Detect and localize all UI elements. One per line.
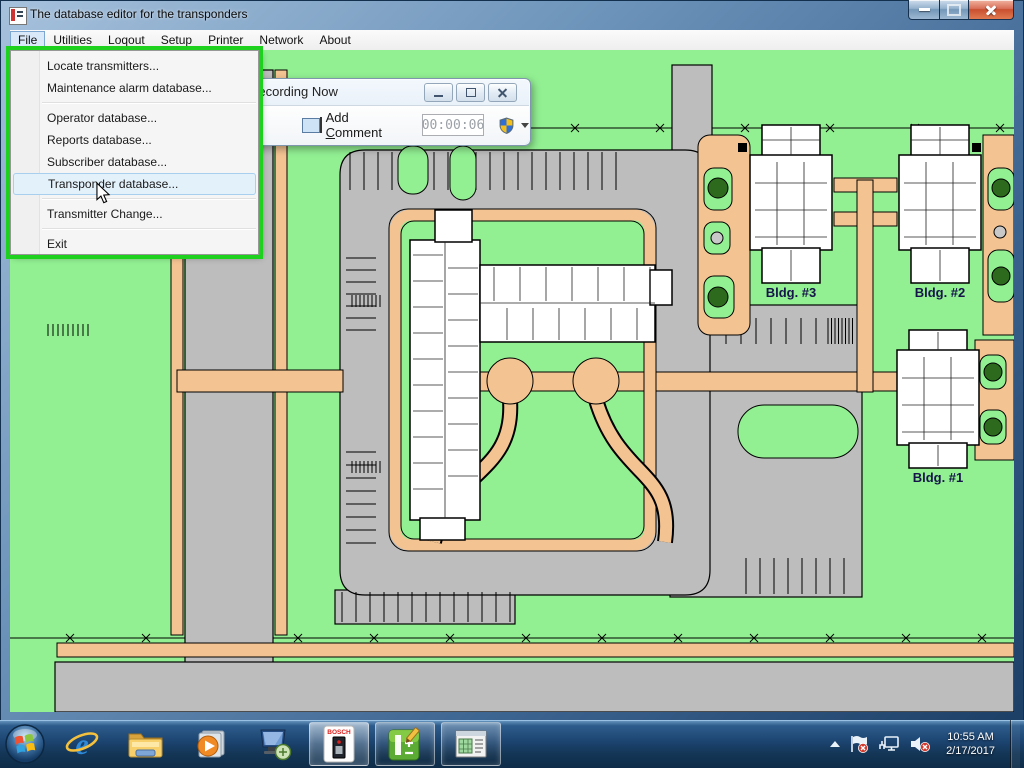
- remote-computer-icon: [255, 727, 293, 761]
- start-button[interactable]: [0, 720, 50, 768]
- action-center-button[interactable]: [849, 735, 869, 753]
- comment-icon: [302, 118, 319, 133]
- menu-item-operator-database[interactable]: Operator database...: [13, 107, 256, 129]
- recording-timer: 00:00:06: [422, 114, 484, 136]
- menu-item-exit[interactable]: Exit: [13, 233, 256, 255]
- caption-buttons: [908, 0, 1014, 20]
- menu-item-locate-transmitters[interactable]: Locate transmitters...: [13, 55, 256, 77]
- menu-item-transponder-database[interactable]: Transponder database...: [13, 173, 256, 195]
- taskbar-media-player-button[interactable]: [181, 723, 239, 765]
- show-desktop-button[interactable]: [1010, 720, 1020, 768]
- volume-button[interactable]: [909, 735, 931, 753]
- help-dropdown[interactable]: [498, 117, 529, 134]
- file-menu-popup: Locate transmitters... Maintenance alarm…: [10, 50, 259, 255]
- database-editor-icon: [453, 728, 489, 760]
- minimize-icon: [434, 95, 443, 97]
- media-player-icon: [192, 727, 228, 761]
- speaker-muted-icon: [909, 735, 931, 753]
- building-1-label: Bldg. #1: [913, 470, 964, 485]
- mouse-cursor: [95, 182, 111, 204]
- steps-recorder-icon: [387, 726, 423, 762]
- window-title: The database editor for the transponders: [30, 7, 247, 21]
- close-button[interactable]: [968, 0, 1014, 20]
- menu-item-subscriber-database[interactable]: Subscriber database...: [13, 151, 256, 173]
- menu-separator: [42, 102, 256, 104]
- show-hidden-icons-button[interactable]: [830, 741, 840, 747]
- recorder-close-button[interactable]: [488, 83, 517, 102]
- close-icon: [497, 87, 508, 98]
- taskbar: e: [0, 720, 1024, 768]
- recorder-title: Recording Now: [249, 84, 338, 99]
- folder-icon: [127, 728, 165, 760]
- menu-item-transmitter-change[interactable]: Transmitter Change...: [13, 203, 256, 225]
- screen: The database editor for the transponders…: [0, 0, 1024, 768]
- app-icon: [9, 7, 27, 25]
- taskbar-database-editor-button[interactable]: [441, 722, 501, 766]
- taskbar-clock[interactable]: 10:55 AM 2/17/2017: [946, 730, 995, 758]
- menu-bar: File Utilities Loqout Setup Printer Netw…: [10, 30, 1014, 51]
- menu-printer[interactable]: Printer: [200, 31, 251, 50]
- menu-utilities[interactable]: Utilities: [45, 31, 100, 50]
- chevron-down-icon: [521, 123, 529, 128]
- minimize-button[interactable]: [908, 0, 940, 20]
- menu-file[interactable]: File: [10, 31, 45, 50]
- maximize-button[interactable]: [940, 0, 968, 20]
- maximize-icon: [947, 4, 961, 16]
- system-tray: 10:55 AM 2/17/2017: [830, 720, 1024, 768]
- minimize-icon: [919, 8, 930, 11]
- close-icon: [984, 3, 998, 17]
- menu-separator: [42, 198, 256, 200]
- bosch-app-icon: BOSCH: [322, 725, 356, 763]
- clock-date: 2/17/2017: [946, 744, 995, 758]
- menu-separator: [42, 228, 256, 230]
- menu-setup[interactable]: Setup: [153, 31, 200, 50]
- recorder-maximize-button[interactable]: [456, 83, 485, 102]
- menu-item-maintenance-alarm-database[interactable]: Maintenance alarm database...: [13, 77, 256, 99]
- clock-time: 10:55 AM: [946, 730, 995, 744]
- taskbar-ie-button[interactable]: e: [53, 723, 111, 765]
- building-2-label: Bldg. #2: [915, 285, 966, 300]
- taskbar-bosch-app-button[interactable]: BOSCH: [309, 722, 369, 766]
- add-comment-button[interactable]: Add Comment: [326, 110, 400, 140]
- menu-loqout[interactable]: Loqout: [100, 31, 153, 50]
- building-3-label: Bldg. #3: [766, 285, 817, 300]
- maximize-icon: [466, 88, 476, 97]
- uac-shield-icon: [498, 117, 515, 134]
- svg-text:BOSCH: BOSCH: [327, 729, 351, 736]
- action-center-flag-icon: [849, 735, 869, 753]
- windows-start-icon: [4, 723, 46, 765]
- internet-explorer-icon: e: [64, 726, 100, 762]
- network-icon: [878, 735, 900, 753]
- taskbar-remote-pc-button[interactable]: [245, 723, 303, 765]
- recorder-minimize-button[interactable]: [424, 83, 453, 102]
- taskbar-explorer-button[interactable]: [117, 723, 175, 765]
- menu-about[interactable]: About: [311, 31, 358, 50]
- title-bar: The database editor for the transponders: [0, 0, 1024, 30]
- taskbar-steps-recorder-button[interactable]: [375, 722, 435, 766]
- chevron-up-icon: [830, 741, 840, 747]
- menu-item-reports-database[interactable]: Reports database...: [13, 129, 256, 151]
- network-status-button[interactable]: [878, 735, 900, 753]
- menu-network[interactable]: Network: [251, 31, 311, 50]
